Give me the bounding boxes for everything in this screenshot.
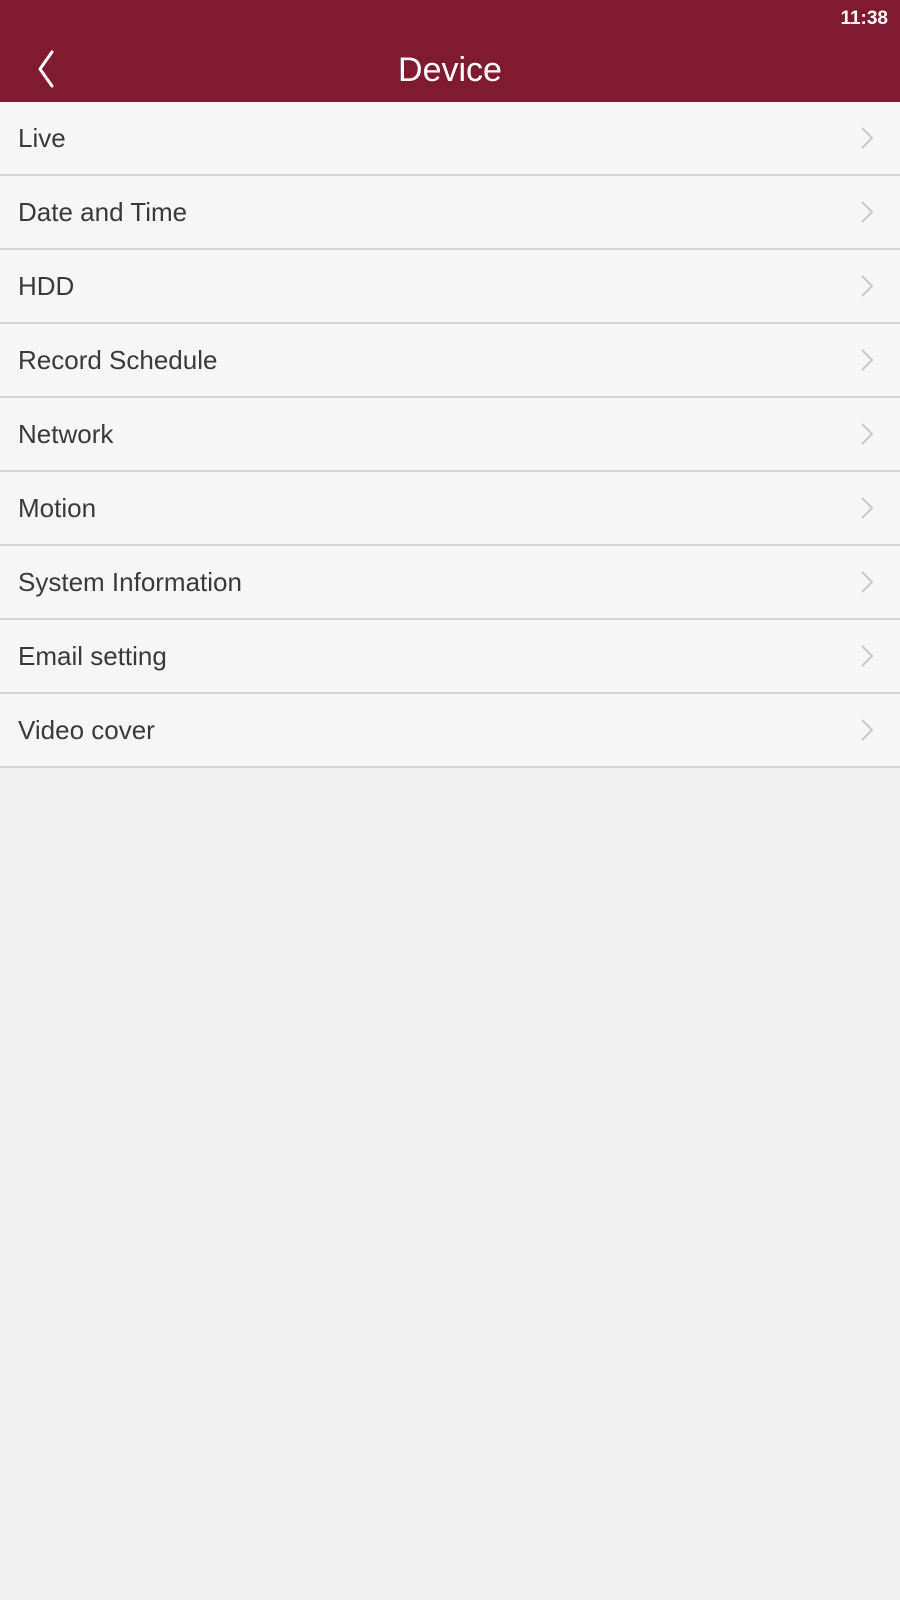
menu-item-label: Live: [18, 123, 66, 153]
settings-list: Live Date and Time HDD Record Schedule N…: [0, 102, 900, 768]
menu-item-label: Record Schedule: [18, 345, 218, 375]
chevron-right-icon: [861, 275, 874, 297]
menu-item-date-and-time[interactable]: Date and Time: [0, 176, 900, 250]
chevron-right-icon: [861, 423, 874, 445]
menu-item-video-cover[interactable]: Video cover: [0, 694, 900, 768]
menu-item-motion[interactable]: Motion: [0, 472, 900, 546]
chevron-right-icon: [861, 201, 874, 223]
status-bar-time: 11:38: [840, 8, 888, 29]
app-header: 11:38 Device: [0, 0, 900, 102]
menu-item-live[interactable]: Live: [0, 102, 900, 176]
chevron-right-icon: [861, 127, 874, 149]
menu-item-label: Network: [18, 419, 114, 449]
menu-item-record-schedule[interactable]: Record Schedule: [0, 324, 900, 398]
menu-item-label: Email setting: [18, 641, 167, 671]
page-title: Device: [398, 51, 502, 89]
menu-item-label: Video cover: [18, 715, 155, 745]
menu-item-label: Motion: [18, 493, 97, 523]
chevron-right-icon: [861, 645, 874, 667]
menu-item-label: Date and Time: [18, 197, 188, 227]
menu-item-hdd[interactable]: HDD: [0, 250, 900, 324]
chevron-right-icon: [861, 719, 874, 741]
chevron-right-icon: [861, 349, 874, 371]
menu-item-label: System Information: [18, 567, 242, 597]
menu-item-network[interactable]: Network: [0, 398, 900, 472]
menu-item-label: HDD: [18, 271, 75, 301]
chevron-right-icon: [861, 571, 874, 593]
menu-item-system-information[interactable]: System Information: [0, 546, 900, 620]
menu-item-email-setting[interactable]: Email setting: [0, 620, 900, 694]
chevron-right-icon: [861, 497, 874, 519]
